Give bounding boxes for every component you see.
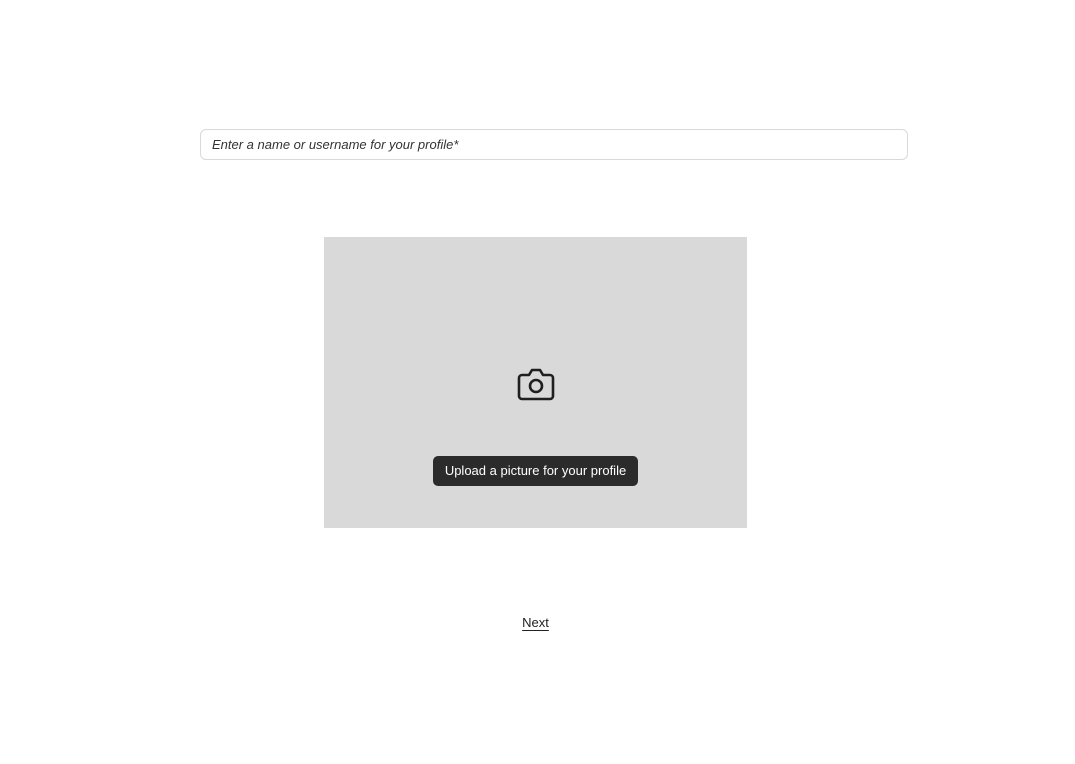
upload-picture-button[interactable]: Upload a picture for your profile	[433, 456, 638, 486]
next-link-container: Next	[0, 615, 1071, 630]
profile-name-input[interactable]	[200, 129, 908, 160]
profile-setup-page: Upload a picture for your profile Next	[0, 0, 1075, 764]
next-link[interactable]: Next	[522, 615, 549, 630]
camera-icon	[517, 367, 555, 401]
